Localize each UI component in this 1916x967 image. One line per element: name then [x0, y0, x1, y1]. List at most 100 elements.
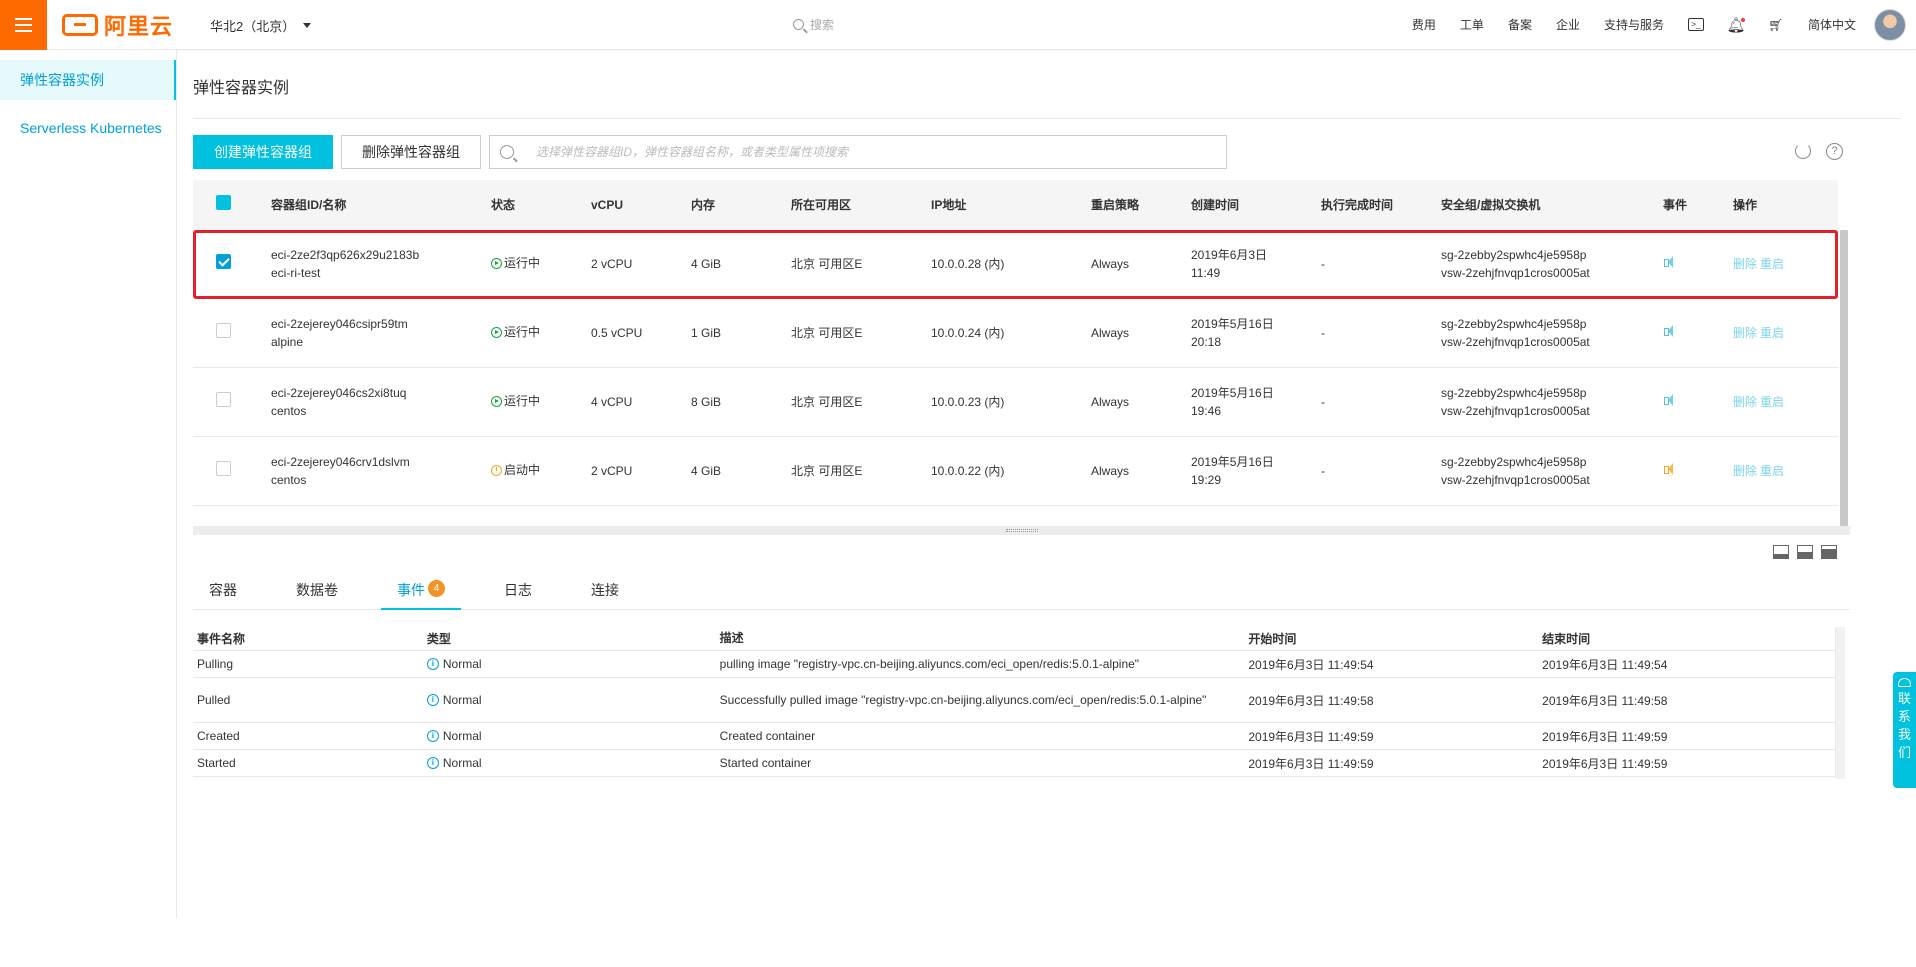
event-start: 2019年6月3日 11:49:59 — [1248, 756, 1374, 771]
caret-down-icon — [303, 23, 312, 28]
global-search[interactable]: 搜索 — [793, 16, 834, 33]
layout-small-panel-icon[interactable] — [1773, 545, 1789, 559]
delete-container-group-button[interactable]: 删除弹性容器组 — [341, 135, 481, 169]
event-row: Started i Normal Started container 2019年6… — [193, 750, 1835, 777]
table-row[interactable]: eci-2zejerey046csipr59tm alpine 运行中 0.5 v… — [193, 299, 1838, 368]
delete-link[interactable]: 删除 — [1733, 326, 1757, 340]
table-vertical-scrollbar[interactable] — [1840, 230, 1848, 526]
select-all-checkbox[interactable] — [216, 195, 231, 210]
ip-value: 10.0.0.23 (内) — [931, 395, 1005, 409]
instance-id[interactable]: eci-2zejerey046crv1dslvm — [271, 453, 491, 471]
terminal-icon[interactable]: >_ — [1687, 18, 1704, 31]
nav-enterprise[interactable]: 企业 — [1556, 16, 1580, 33]
tab-label: 数据卷 — [296, 582, 338, 598]
delete-link[interactable]: 删除 — [1733, 257, 1757, 271]
event-name: Pulling — [197, 657, 234, 671]
resize-grip-icon[interactable] — [1006, 529, 1038, 532]
event-type: Normal — [442, 756, 482, 770]
row-checkbox[interactable] — [216, 392, 231, 407]
top-bar: 阿里云 华北2（北京） 搜索 费用 工单 备案 企业 支持与服务 >_ 🔔︎ 🛒… — [0, 0, 1916, 50]
info-icon: i — [426, 757, 439, 769]
tab-connect[interactable]: 连接 — [575, 570, 635, 610]
event-type: Normal — [442, 729, 482, 743]
table-row[interactable]: eci-2zejerey046cs2xi8tuq centos 运行中 4 vCP… — [193, 368, 1838, 437]
event-row: Pulling i Normal pulling image "registry-… — [193, 651, 1835, 678]
event-desc: Successfully pulled image "registry-vpc.… — [719, 692, 1207, 707]
event-name: Started — [197, 756, 236, 770]
delete-link[interactable]: 删除 — [1733, 464, 1757, 478]
created-date: 2019年6月3日 — [1191, 248, 1268, 262]
menu-icon[interactable] — [0, 0, 47, 50]
instance-id[interactable]: eci-2zejerey046csipr59tm — [271, 315, 491, 333]
col-event-type: 类型 — [426, 632, 451, 646]
sidebar-item-serverless-kubernetes[interactable]: Serverless Kubernetes — [0, 108, 176, 148]
refresh-icon[interactable] — [1795, 143, 1811, 159]
aliyun-logo[interactable]: 阿里云 — [62, 11, 173, 39]
restart-link[interactable]: 重启 — [1760, 464, 1784, 478]
instance-name: eci-ri-test — [271, 266, 321, 280]
create-container-group-button[interactable]: 创建弹性容器组 — [193, 135, 333, 169]
language-selector[interactable]: 简体中文 — [1808, 16, 1856, 33]
layout-half-panel-icon[interactable] — [1797, 545, 1813, 559]
row-checkbox[interactable] — [216, 461, 231, 476]
events-scrollbar[interactable] — [1836, 627, 1845, 779]
col-event-name: 事件名称 — [197, 632, 246, 646]
memory-value: 4 GiB — [691, 464, 722, 478]
nav-billing[interactable]: 费用 — [1412, 16, 1436, 33]
finished-value: - — [1321, 326, 1325, 340]
vswitch-id: vsw-2zehjfnvqp1cros0005at — [1441, 266, 1590, 280]
event-name: Created — [197, 729, 240, 743]
help-icon[interactable]: ? — [1826, 143, 1843, 160]
ip-value: 10.0.0.22 (内) — [931, 464, 1005, 478]
row-checkbox[interactable] — [216, 323, 231, 338]
restart-link[interactable]: 重启 — [1760, 257, 1784, 271]
search-icon — [793, 19, 804, 30]
speaker-icon[interactable] — [1663, 393, 1677, 407]
sidebar-item-eci[interactable]: 弹性容器实例 — [0, 60, 176, 100]
speaker-icon[interactable] — [1663, 462, 1677, 476]
event-end: 2019年6月3日 11:49:59 — [1542, 729, 1668, 744]
tab-volumes[interactable]: 数据卷 — [280, 570, 354, 610]
col-event-start: 开始时间 — [1248, 632, 1297, 646]
tab-containers[interactable]: 容器 — [193, 570, 253, 610]
restart-link[interactable]: 重启 — [1760, 395, 1784, 409]
security-group-id: sg-2zebby2spwhc4je5958p — [1441, 317, 1587, 331]
speaker-icon[interactable] — [1663, 324, 1677, 338]
memory-value: 1 GiB — [691, 326, 722, 340]
col-zone: 所在可用区 — [791, 198, 852, 212]
restart-link[interactable]: 重启 — [1760, 326, 1784, 340]
contact-us-button[interactable]: 联系我们 — [1893, 672, 1916, 788]
table-row[interactable]: eci-2zejerey046crv1dslvm centos 启动中 2 vCP… — [193, 437, 1838, 506]
restart-policy-value: Always — [1091, 257, 1130, 271]
tab-label: 连接 — [591, 582, 619, 598]
row-checkbox[interactable] — [216, 254, 231, 269]
speaker-icon[interactable] — [1663, 255, 1677, 269]
vcpu-value: 2 vCPU — [591, 257, 633, 271]
tab-logs[interactable]: 日志 — [488, 570, 548, 610]
layout-full-panel-icon[interactable] — [1821, 545, 1837, 559]
avatar[interactable] — [1874, 9, 1906, 41]
col-memory: 内存 — [691, 198, 716, 212]
instance-id[interactable]: eci-2zejerey046cs2xi8tuq — [271, 384, 491, 402]
nav-icp[interactable]: 备案 — [1508, 16, 1532, 33]
created-time: 19:46 — [1191, 404, 1222, 418]
sidebar: 弹性容器实例 Serverless Kubernetes — [0, 50, 177, 918]
instance-search-input[interactable] — [536, 145, 1186, 159]
nav-support[interactable]: 支持与服务 — [1604, 16, 1664, 33]
restart-policy-value: Always — [1091, 326, 1130, 340]
bell-icon[interactable]: 🔔︎ — [1726, 17, 1745, 34]
security-group-id: sg-2zebby2spwhc4je5958p — [1441, 386, 1587, 400]
region-selector[interactable]: 华北2（北京） — [210, 16, 312, 35]
event-count-badge: 4 — [428, 580, 445, 597]
panel-layout-toggles — [1773, 545, 1837, 559]
table-row[interactable]: eci-2ze2f3qp626x29u2183b eci-ri-test 运行中 … — [193, 230, 1838, 299]
delete-link[interactable]: 删除 — [1733, 395, 1757, 409]
restart-policy-value: Always — [1091, 395, 1130, 409]
event-end: 2019年6月3日 11:49:59 — [1542, 756, 1668, 771]
memory-value: 8 GiB — [691, 395, 722, 409]
tab-events[interactable]: 事件 4 — [381, 570, 461, 610]
col-vcpu: vCPU — [591, 198, 624, 212]
cart-icon[interactable]: 🛒︎ — [1768, 18, 1784, 32]
nav-ticket[interactable]: 工单 — [1460, 16, 1484, 33]
instance-id[interactable]: eci-2ze2f3qp626x29u2183b — [271, 246, 491, 264]
